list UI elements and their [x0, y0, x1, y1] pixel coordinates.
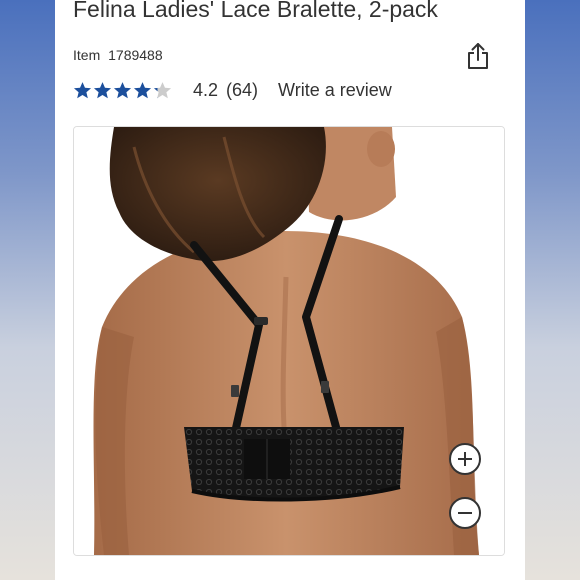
share-icon: [468, 43, 488, 69]
product-title: Felina Ladies' Lace Bralette, 2-pack: [73, 0, 438, 22]
product-image[interactable]: [74, 127, 504, 555]
write-review-link[interactable]: Write a review: [278, 80, 392, 101]
rating-value: 4.2: [193, 79, 219, 100]
star-icon: [113, 81, 132, 98]
item-label: Item: [73, 47, 101, 63]
product-page: Felina Ladies' Lace Bralette, 2-pack Ite…: [55, 0, 525, 580]
star-icon: [93, 81, 112, 98]
plus-icon: [458, 452, 472, 466]
item-number: 1789488: [108, 47, 163, 63]
zoom-in-button[interactable]: [449, 443, 481, 475]
product-image-frame: [73, 126, 505, 556]
share-button[interactable]: [463, 40, 493, 72]
review-count[interactable]: (64): [226, 80, 258, 101]
item-number-row: Item 1789488: [73, 47, 163, 63]
star-icon: [133, 81, 152, 98]
star-icon: [153, 81, 172, 98]
star-rating[interactable]: [73, 81, 173, 100]
zoom-out-button[interactable]: [449, 497, 481, 529]
star-icon: [73, 81, 92, 98]
minus-icon: [458, 512, 472, 514]
rating-row: 4.2 (64) Write a review: [73, 78, 392, 102]
